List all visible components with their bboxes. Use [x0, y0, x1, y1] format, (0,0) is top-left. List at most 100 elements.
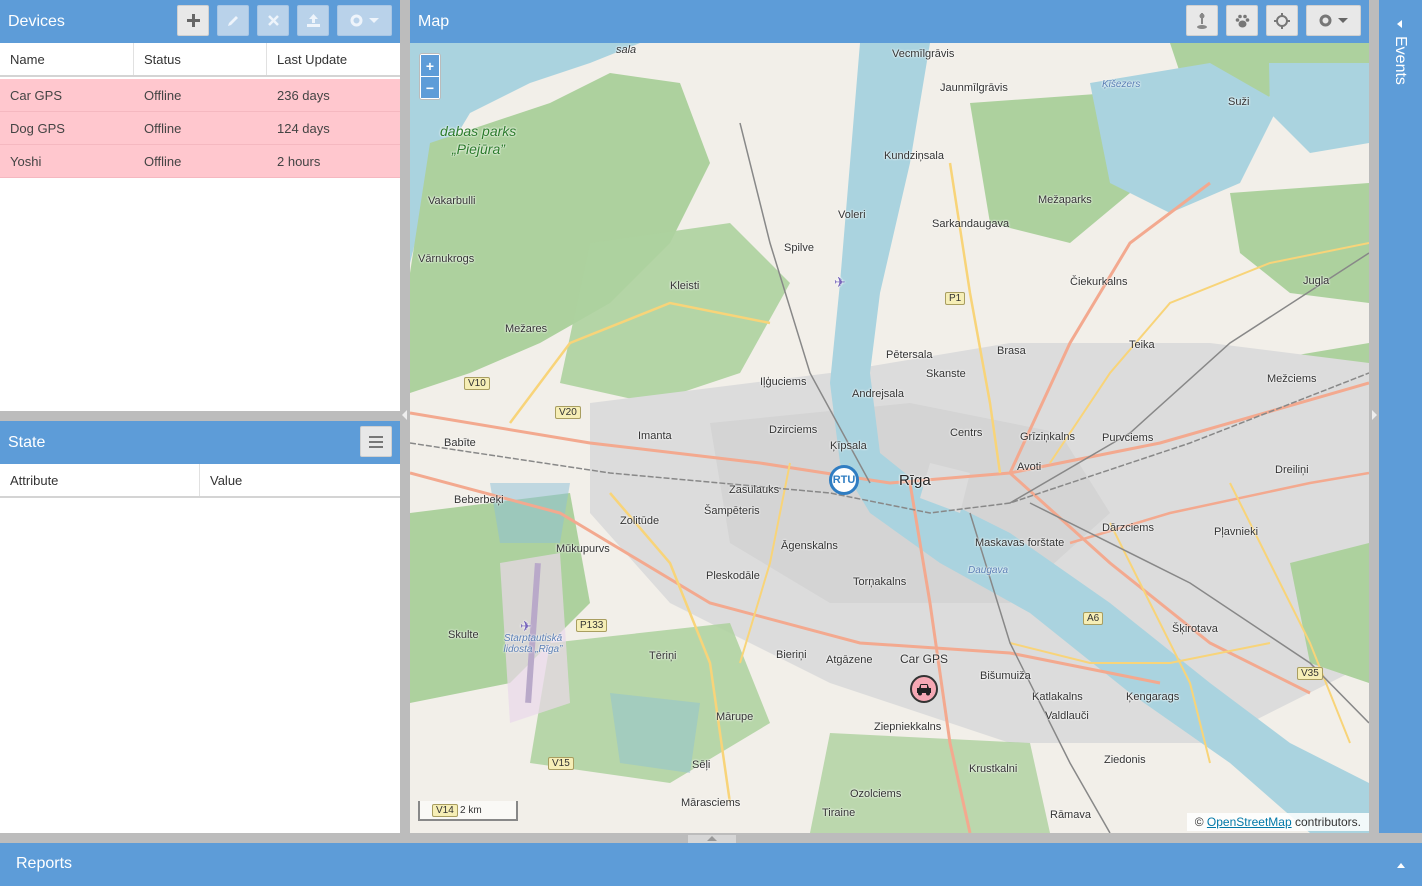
car-marker[interactable] [910, 675, 938, 703]
table-row[interactable]: Car GPS Offline 236 days [0, 79, 400, 112]
state-menu-button[interactable] [360, 426, 392, 457]
zoom-control: + − [419, 53, 441, 100]
map-label: Dārzciems [1102, 522, 1154, 534]
map-label: Ķīpsala [830, 440, 867, 452]
devices-settings-button[interactable] [337, 5, 392, 36]
map-panel: Map + − dabas parks „Piejūra” sala Ķīšez… [410, 0, 1369, 833]
map-canvas[interactable]: + − dabas parks „Piejūra” sala Ķīšezers … [410, 43, 1369, 833]
paw-icon [1235, 14, 1249, 27]
map-header: Map [410, 0, 1369, 43]
map-label: Bišumuiža [980, 670, 1031, 682]
column-name[interactable]: Name [0, 43, 134, 75]
chevron-down-icon [369, 18, 379, 23]
state-grid-header: Attribute Value [0, 464, 400, 498]
map-label: Dzirciems [769, 424, 818, 436]
add-device-button[interactable] [177, 5, 209, 36]
add-icon [186, 14, 200, 27]
map-label: Dreiliņi [1275, 464, 1309, 476]
remove-icon [267, 15, 279, 26]
device-name: Dog GPS [10, 120, 65, 136]
column-attribute[interactable]: Attribute [0, 464, 200, 496]
upload-icon [306, 14, 320, 27]
map-label: Iļģuciems [760, 376, 807, 388]
map-label: Katlakalns [1032, 691, 1083, 703]
rtu-label: RTU [832, 474, 856, 486]
road-badge: V35 [1297, 667, 1323, 680]
follow-button[interactable] [1226, 5, 1258, 36]
events-panel[interactable]: Events [1379, 0, 1422, 833]
locate-button[interactable] [1266, 5, 1298, 36]
map-label: Vārnukrogs [418, 253, 475, 265]
devices-grid-header: Name Status Last Update [0, 43, 400, 77]
map-label: sala [616, 44, 637, 56]
edit-device-button[interactable] [217, 5, 249, 36]
road-badge: V14 [432, 804, 458, 817]
device-name: Car GPS [10, 87, 63, 103]
column-last-update[interactable]: Last Update [267, 43, 400, 75]
map-label: Ķīšezers [1102, 79, 1141, 90]
map-label: Atgāzene [826, 654, 873, 666]
map-label: Kundziņsala [884, 150, 944, 162]
map-label: Jugla [1303, 275, 1330, 287]
map-label: Babīte [444, 437, 476, 449]
zoom-out-button[interactable]: − [421, 77, 439, 98]
map-label: Grīziņkalns [1020, 431, 1076, 443]
rtu-marker[interactable]: RTU [829, 465, 859, 495]
device-name: Yoshi [10, 153, 42, 169]
map-label: Jaunmīlgrāvis [940, 82, 1008, 94]
map-label: Skulte [448, 629, 479, 641]
map-label: Brasa [997, 345, 1026, 357]
reports-panel[interactable]: Reports [0, 843, 1422, 886]
left-map-splitter[interactable] [400, 0, 410, 833]
map-label: Mūkupurvs [556, 543, 610, 555]
map-label: Ķengarags [1126, 691, 1180, 703]
map-label: Sarkandaugava [932, 218, 1010, 230]
map-settings-button[interactable] [1306, 5, 1361, 36]
map-label: Centrs [950, 427, 983, 439]
map-label: Mežaparks [1038, 194, 1092, 206]
devices-header: Devices [0, 0, 400, 43]
geofence-button[interactable] [1186, 5, 1218, 36]
map-label: Voleri [838, 209, 866, 221]
devices-state-splitter[interactable] [0, 411, 400, 421]
state-header: State [0, 421, 400, 464]
table-row[interactable]: Yoshi Offline 2 hours [0, 145, 400, 178]
zoom-in-button[interactable]: + [421, 55, 439, 76]
map-label: Skanste [926, 368, 966, 380]
upload-button[interactable] [297, 5, 329, 36]
map-label: Tēriņi [649, 650, 677, 662]
events-title: Events [1392, 36, 1409, 85]
map-label: Ziepniekkalns [874, 721, 942, 733]
map-label: Spilve [784, 242, 814, 254]
map-label: Vecmīlgrāvis [892, 48, 955, 60]
edit-icon [227, 16, 238, 26]
scale-label: 2 km [460, 805, 482, 816]
map-label: Mežares [505, 323, 548, 335]
map-label: Ozolciems [850, 788, 902, 800]
road-badge: V10 [464, 377, 490, 390]
map-label: Ziedonis [1104, 754, 1146, 766]
attribution-suffix: contributors. [1294, 815, 1361, 829]
right-map-splitter[interactable] [1369, 0, 1379, 833]
osm-link[interactable]: OpenStreetMap [1207, 815, 1292, 829]
column-status[interactable]: Status [134, 43, 267, 75]
settings-icon [1319, 14, 1332, 27]
map-label: Mārupe [716, 711, 754, 723]
map-label: Pētersala [886, 349, 933, 361]
expand-reports-icon [1397, 863, 1405, 868]
map-label: Andrejsala [852, 388, 904, 400]
chevron-down-icon [1338, 18, 1348, 23]
map-label: Rāmava [1050, 809, 1091, 821]
map-label-riga: Rīga [899, 472, 931, 489]
remove-device-button[interactable] [257, 5, 289, 36]
device-status: Offline [144, 87, 182, 103]
settings-icon [350, 14, 363, 27]
table-row[interactable]: Dog GPS Offline 124 days [0, 112, 400, 145]
column-value[interactable]: Value [200, 464, 400, 496]
car-icon [917, 683, 931, 695]
map-label: Starptautiskā lidosta „Rīga” [503, 633, 563, 655]
map-title: Map [418, 12, 450, 30]
reports-splitter[interactable] [0, 833, 1422, 843]
map-label: Vakarbulli [428, 195, 476, 207]
expand-events-icon [1397, 20, 1402, 28]
